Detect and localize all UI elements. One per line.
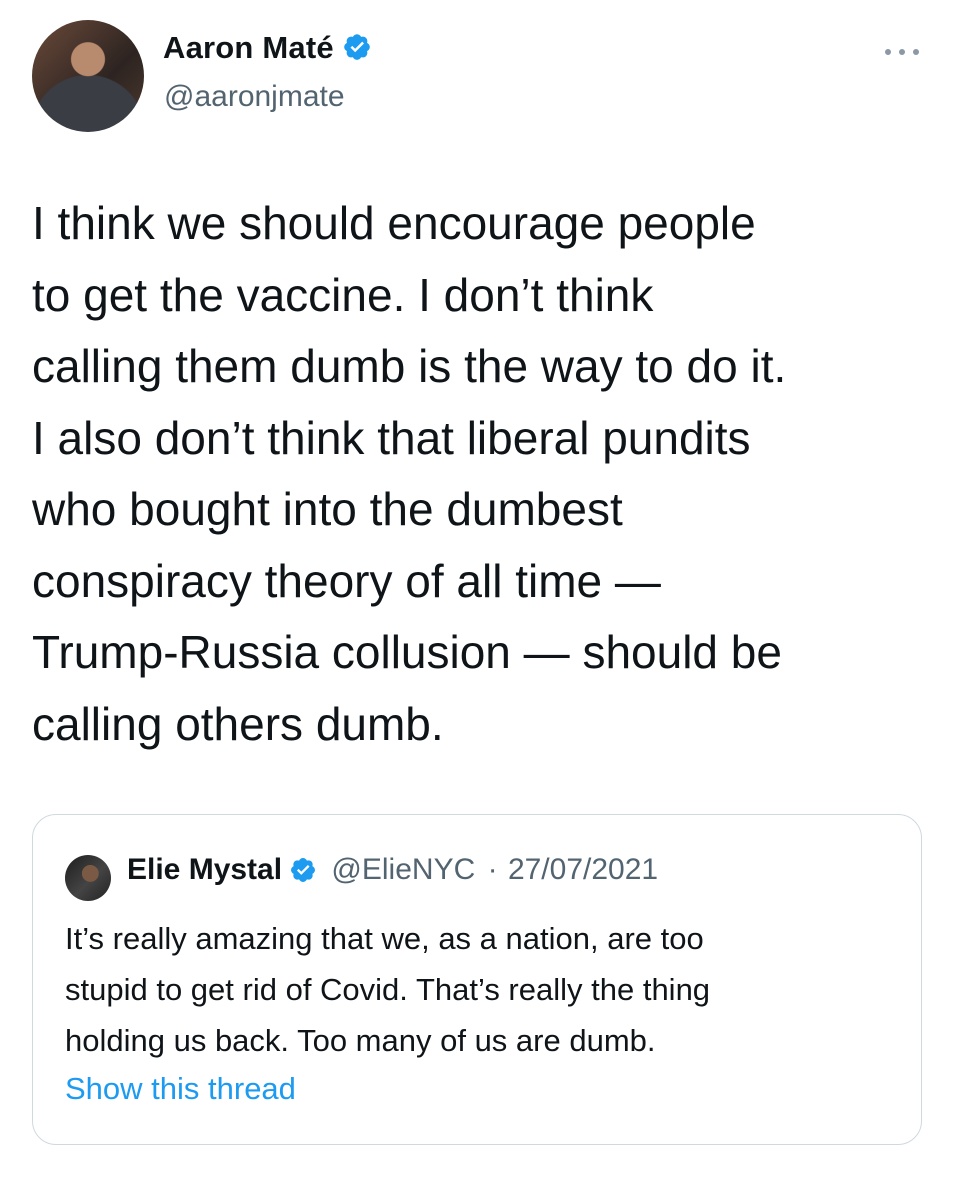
- more-options-icon[interactable]: [880, 40, 924, 64]
- tweet-line: to get the vaccine. I don’t think: [32, 268, 654, 321]
- tweet-line: Trump-Russia collusion — should be: [32, 626, 782, 678]
- author-name[interactable]: Aaron Maté: [163, 30, 334, 65]
- quoted-line: stupid to get rid of Covid. That’s reall…: [65, 972, 711, 1007]
- quoted-header: Elie Mystal @ElieNYC · 27/07/2021: [127, 853, 658, 892]
- tweet-line: I also don’t think that liberal pundits: [32, 411, 751, 464]
- author-handle[interactable]: @aaronjmate: [164, 80, 345, 114]
- quoted-author-handle[interactable]: @ElieNYC: [331, 853, 475, 886]
- quoted-author-avatar[interactable]: [65, 855, 111, 901]
- tweet-line: who bought into the dumbest: [32, 483, 623, 535]
- show-thread-link[interactable]: Show this thread: [65, 1071, 296, 1107]
- verified-badge-icon: [289, 856, 317, 892]
- quoted-date[interactable]: 27/07/2021: [508, 853, 658, 886]
- verified-badge-icon: [342, 32, 372, 70]
- quoted-author-name[interactable]: Elie Mystal: [127, 853, 282, 886]
- quoted-tweet[interactable]: Elie Mystal @ElieNYC · 27/07/2021 It’s r…: [32, 814, 922, 1145]
- quoted-line: holding us back. Too many of us are dumb…: [65, 1023, 656, 1058]
- tweet-line: I think we should encourage people: [32, 197, 756, 249]
- author-name-row[interactable]: Aaron Maté: [163, 30, 372, 70]
- tweet-line: calling them dumb is the way to do it.: [32, 340, 787, 392]
- tweet-line: calling others dumb.: [32, 697, 444, 750]
- quoted-line: It’s really amazing that we, as a nation…: [65, 921, 704, 956]
- meta-separator: ·: [487, 853, 498, 886]
- quoted-text: It’s really amazing that we, as a nation…: [65, 913, 905, 1066]
- tweet-line: conspiracy theory of all time —: [32, 554, 661, 607]
- author-avatar[interactable]: [32, 20, 144, 132]
- tweet-text: I think we should encourage people to ge…: [32, 188, 932, 760]
